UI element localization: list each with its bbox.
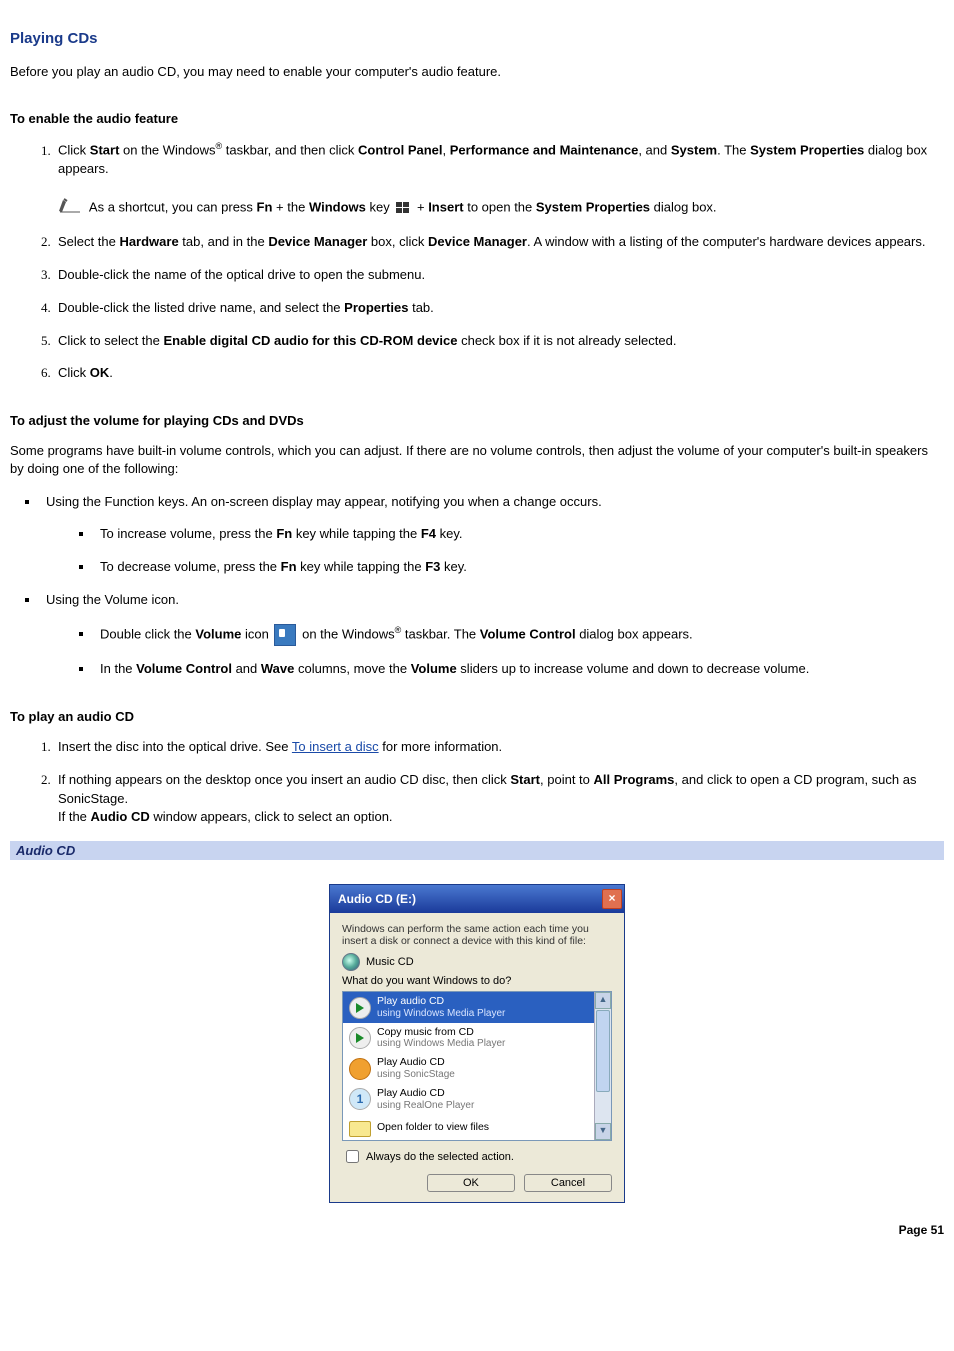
folder-icon [349,1121,371,1137]
music-cd-icon [342,953,360,971]
dialog-prompt: What do you want Windows to do? [342,975,612,987]
list-item[interactable]: Play Audio CDusing SonicStage [343,1053,611,1084]
dialog-message: Windows can perform the same action each… [342,923,612,947]
list-item[interactable]: Open folder to view files [343,1115,611,1140]
heading-enable-audio: To enable the audio feature [10,111,944,126]
list-item[interactable]: 1 Play Audio CDusing RealOne Player [343,1084,611,1115]
step-2: Select the Hardware tab, and in the Devi… [54,233,944,252]
heading-adjust-volume: To adjust the volume for playing CDs and… [10,413,944,428]
figure-caption: Audio CD [10,841,944,860]
bullet-function-keys: Using the Function keys. An on-screen di… [40,493,944,578]
step-6: Click OK. [54,364,944,383]
page-number: Page 51 [10,1223,944,1237]
sonicstage-icon [349,1058,371,1080]
bullet-double-click-volume: Double click the Volume icon on the Wind… [94,624,944,646]
step-4: Double-click the listed drive name, and … [54,299,944,318]
scroll-down-icon[interactable]: ▼ [595,1123,611,1140]
shortcut-note: As a shortcut, you can press Fn + the Wi… [58,197,944,219]
page-title: Playing CDs [10,30,944,47]
bullet-increase-volume: To increase volume, press the Fn key whi… [94,525,944,544]
bullet-volume-icon: Using the Volume icon. Double click the … [40,591,944,679]
step-3: Double-click the name of the optical dri… [54,266,944,285]
autoplay-dialog: Audio CD (E:) × Windows can perform the … [329,884,625,1203]
volume-tray-icon [274,624,296,646]
dialog-kind: Music CD [366,956,414,968]
heading-play-audio-cd: To play an audio CD [10,709,944,724]
play-step-1: Insert the disc into the optical drive. … [54,738,944,757]
windows-key-icon [395,201,411,215]
list-item[interactable]: Play audio CDusing Windows Media Player [343,992,611,1023]
action-list[interactable]: Play audio CDusing Windows Media Player … [342,991,612,1141]
volume-intro: Some programs have built-in volume contr… [10,442,944,478]
scrollbar[interactable]: ▲ ▼ [594,992,611,1140]
intro-paragraph: Before you play an audio CD, you may nee… [10,63,944,81]
close-button[interactable]: × [602,889,622,909]
always-checkbox[interactable] [346,1150,359,1163]
step-5: Click to select the Enable digital CD au… [54,332,944,351]
scroll-thumb[interactable] [596,1010,610,1092]
scroll-up-icon[interactable]: ▲ [595,992,611,1009]
pencil-note-icon [58,197,82,219]
play-step-2: If nothing appears on the desktop once y… [54,771,944,828]
ok-button[interactable]: OK [427,1174,515,1192]
wmp-play-icon [349,997,371,1019]
bullet-decrease-volume: To decrease volume, press the Fn key whi… [94,558,944,577]
link-to-insert-disc[interactable]: To insert a disc [292,739,379,754]
dialog-title: Audio CD (E:) [338,892,416,906]
list-item[interactable]: Copy music from CDusing Windows Media Pl… [343,1023,611,1054]
cancel-button[interactable]: Cancel [524,1174,612,1192]
bullet-volume-sliders: In the Volume Control and Wave columns, … [94,660,944,679]
realone-icon: 1 [349,1088,371,1110]
wmp-copy-icon [349,1027,371,1049]
step-1: Click Start on the Windows® taskbar, and… [54,140,944,219]
always-label: Always do the selected action. [366,1151,514,1163]
